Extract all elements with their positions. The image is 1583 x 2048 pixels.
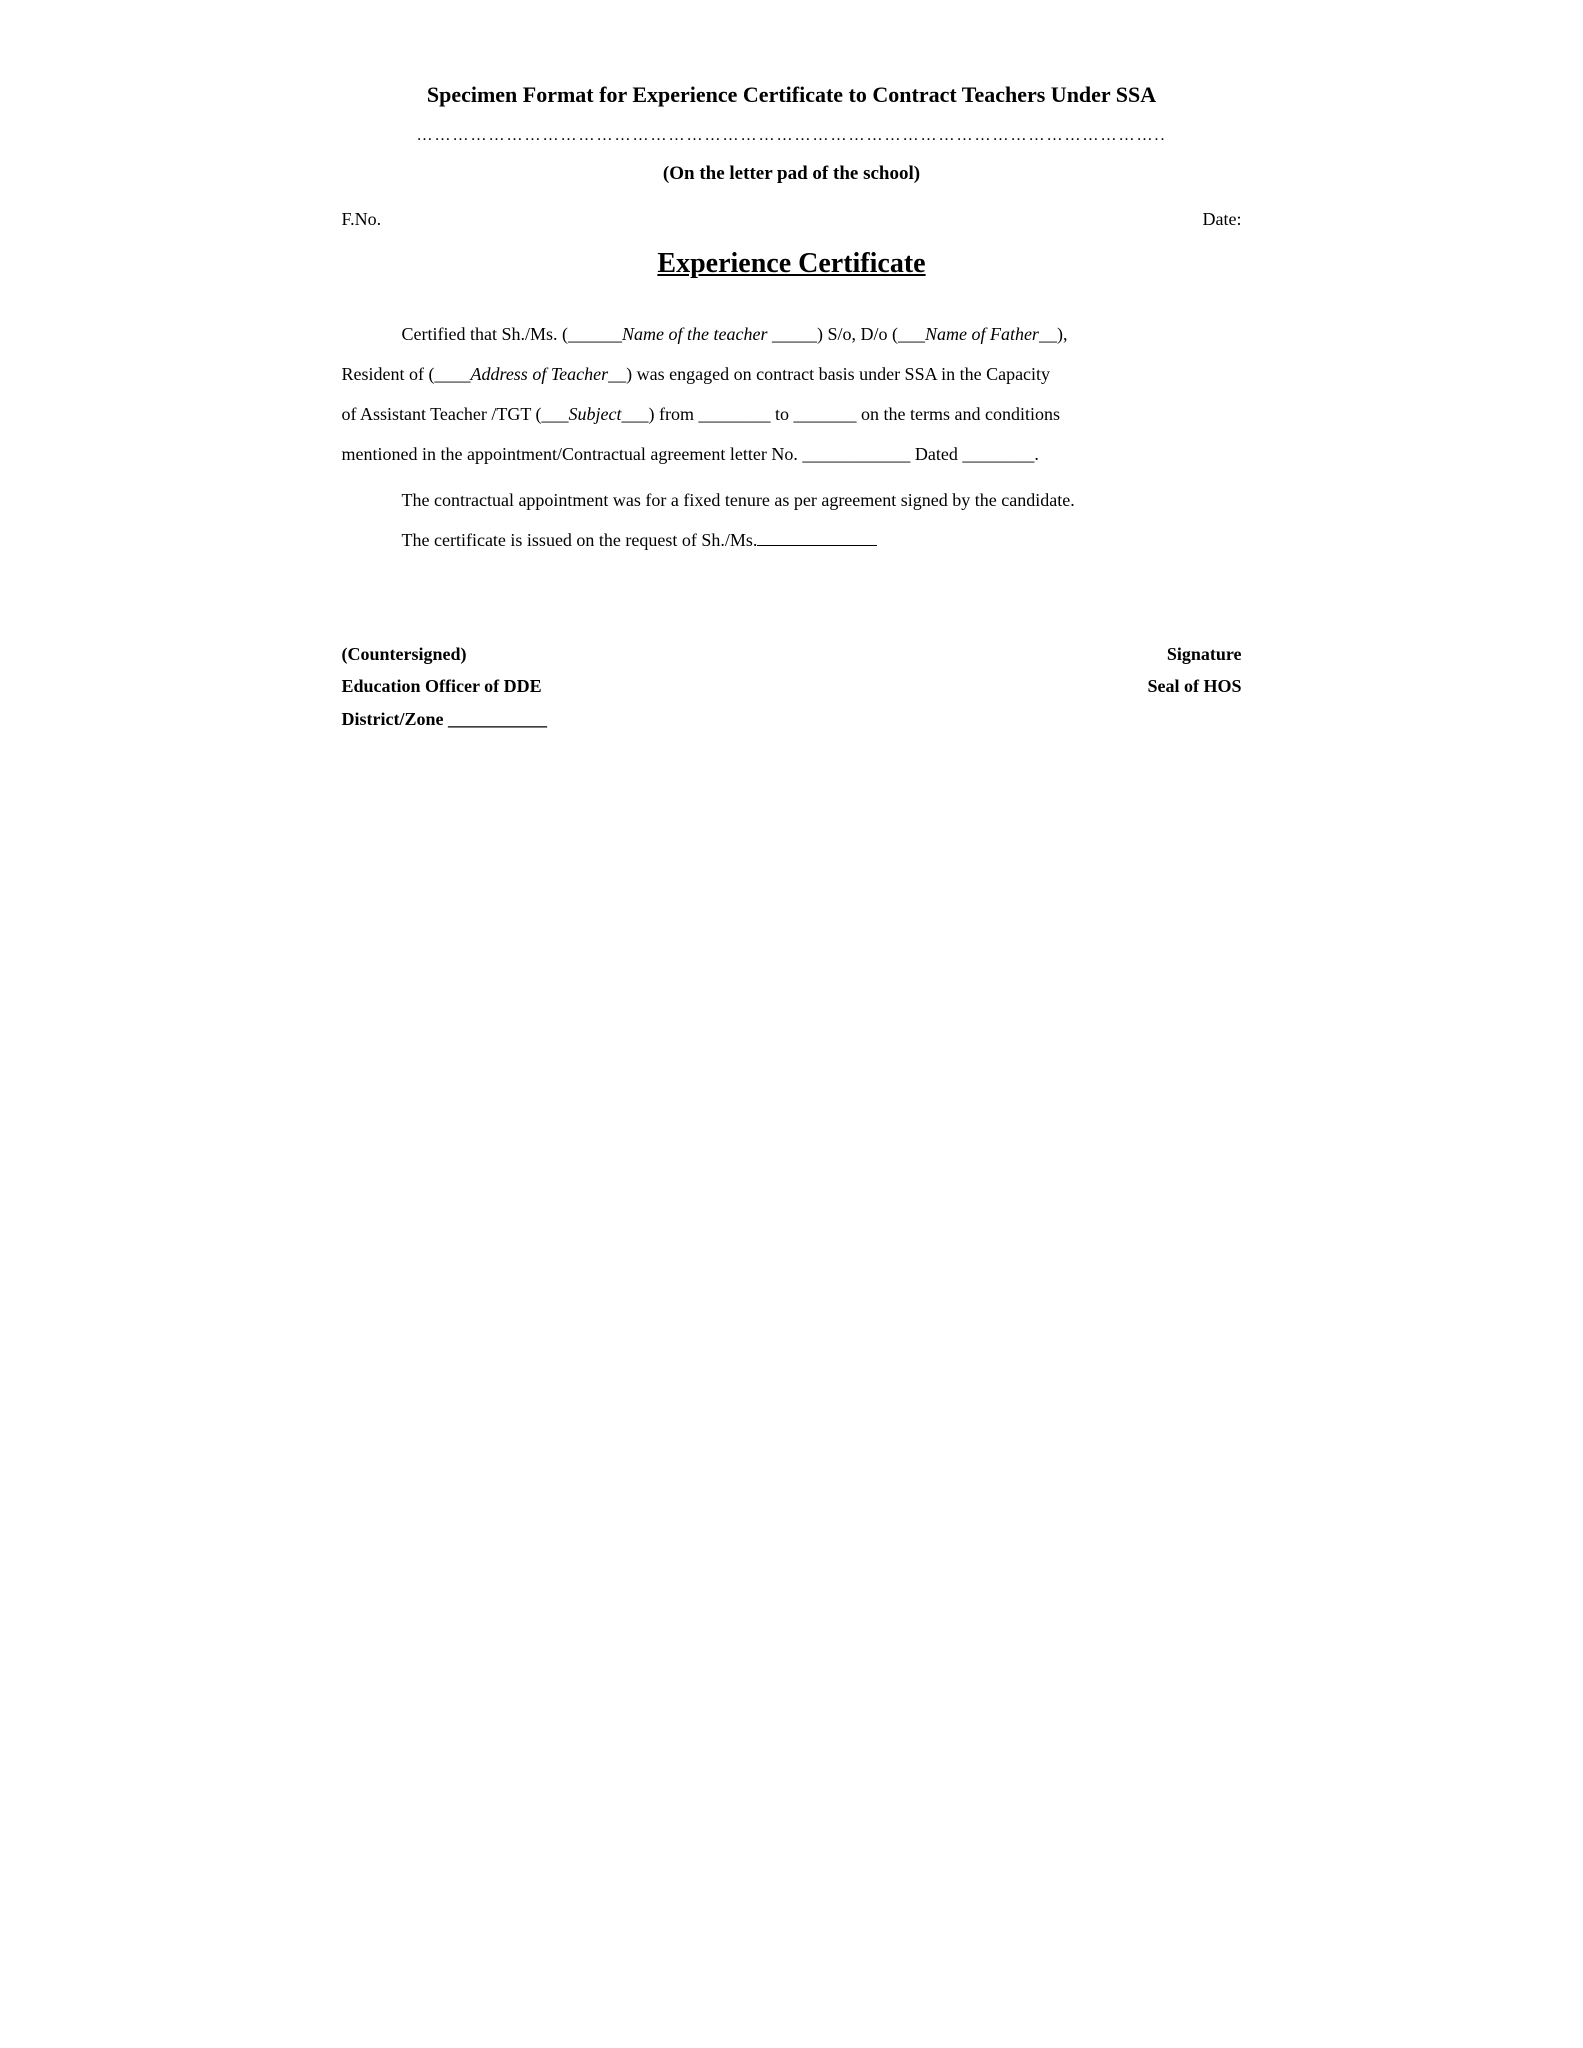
document-page: Specimen Format for Experience Certifica… — [242, 20, 1342, 1420]
requester-blank — [757, 545, 877, 546]
paragraph-5: The contractual appointment was for a fi… — [342, 482, 1242, 518]
district-blank: ___________ — [448, 709, 547, 729]
para1-suffix: __), — [1039, 324, 1068, 344]
right-signature: Signature Seal of HOS — [1147, 638, 1241, 703]
letter-pad-note: (On the letter pad of the school) — [342, 163, 1242, 185]
date-label: Date: — [1203, 209, 1242, 230]
para2-prefix: Resident of (____ — [342, 364, 471, 384]
teacher-name-placeholder: Name of the teacher — [622, 324, 767, 344]
paragraph-1: Certified that Sh./Ms. (______Name of th… — [342, 316, 1242, 352]
left-signature: (Countersigned) Education Officer of DDE… — [342, 638, 547, 735]
para3-prefix: of Assistant Teacher /TGT (___ — [342, 404, 569, 424]
para1-prefix: Certified that Sh./Ms. (______ — [402, 324, 622, 344]
para6-prefix: The certificate is issued on the request… — [402, 530, 758, 550]
signature-label: Signature — [1147, 638, 1241, 670]
signature-section: (Countersigned) Education Officer of DDE… — [342, 638, 1242, 735]
seal-label: Seal of HOS — [1147, 670, 1241, 702]
paragraph-3: of Assistant Teacher /TGT (___Subject___… — [342, 396, 1242, 432]
paragraph-2: Resident of (____Address of Teacher__) w… — [342, 356, 1242, 392]
document-title: Specimen Format for Experience Certifica… — [342, 80, 1242, 111]
countersigned-label: (Countersigned) — [342, 638, 547, 670]
para3-suffix: ___) from ________ to _______ on the ter… — [622, 404, 1060, 424]
education-officer-label: Education Officer of DDE — [342, 670, 547, 702]
dotted-separator: …………………………………………………………………………………………………………… — [342, 127, 1242, 145]
para1-middle: _____) S/o, D/o (___ — [767, 324, 925, 344]
subject-placeholder: Subject — [569, 404, 622, 424]
paragraph-4: mentioned in the appointment/Contractual… — [342, 436, 1242, 472]
address-placeholder: Address of Teacher — [470, 364, 608, 384]
para2-suffix: __) was engaged on contract basis under … — [608, 364, 1050, 384]
certificate-body: Certified that Sh./Ms. (______Name of th… — [342, 316, 1242, 558]
fn-label: F.No. — [342, 209, 382, 230]
district-zone-label: District/Zone ___________ — [342, 703, 547, 735]
fn-date-row: F.No. Date: — [342, 209, 1242, 230]
paragraph-6: The certificate is issued on the request… — [342, 522, 1242, 558]
certificate-heading: Experience Certificate — [342, 248, 1242, 280]
father-name-placeholder: Name of Father — [925, 324, 1039, 344]
